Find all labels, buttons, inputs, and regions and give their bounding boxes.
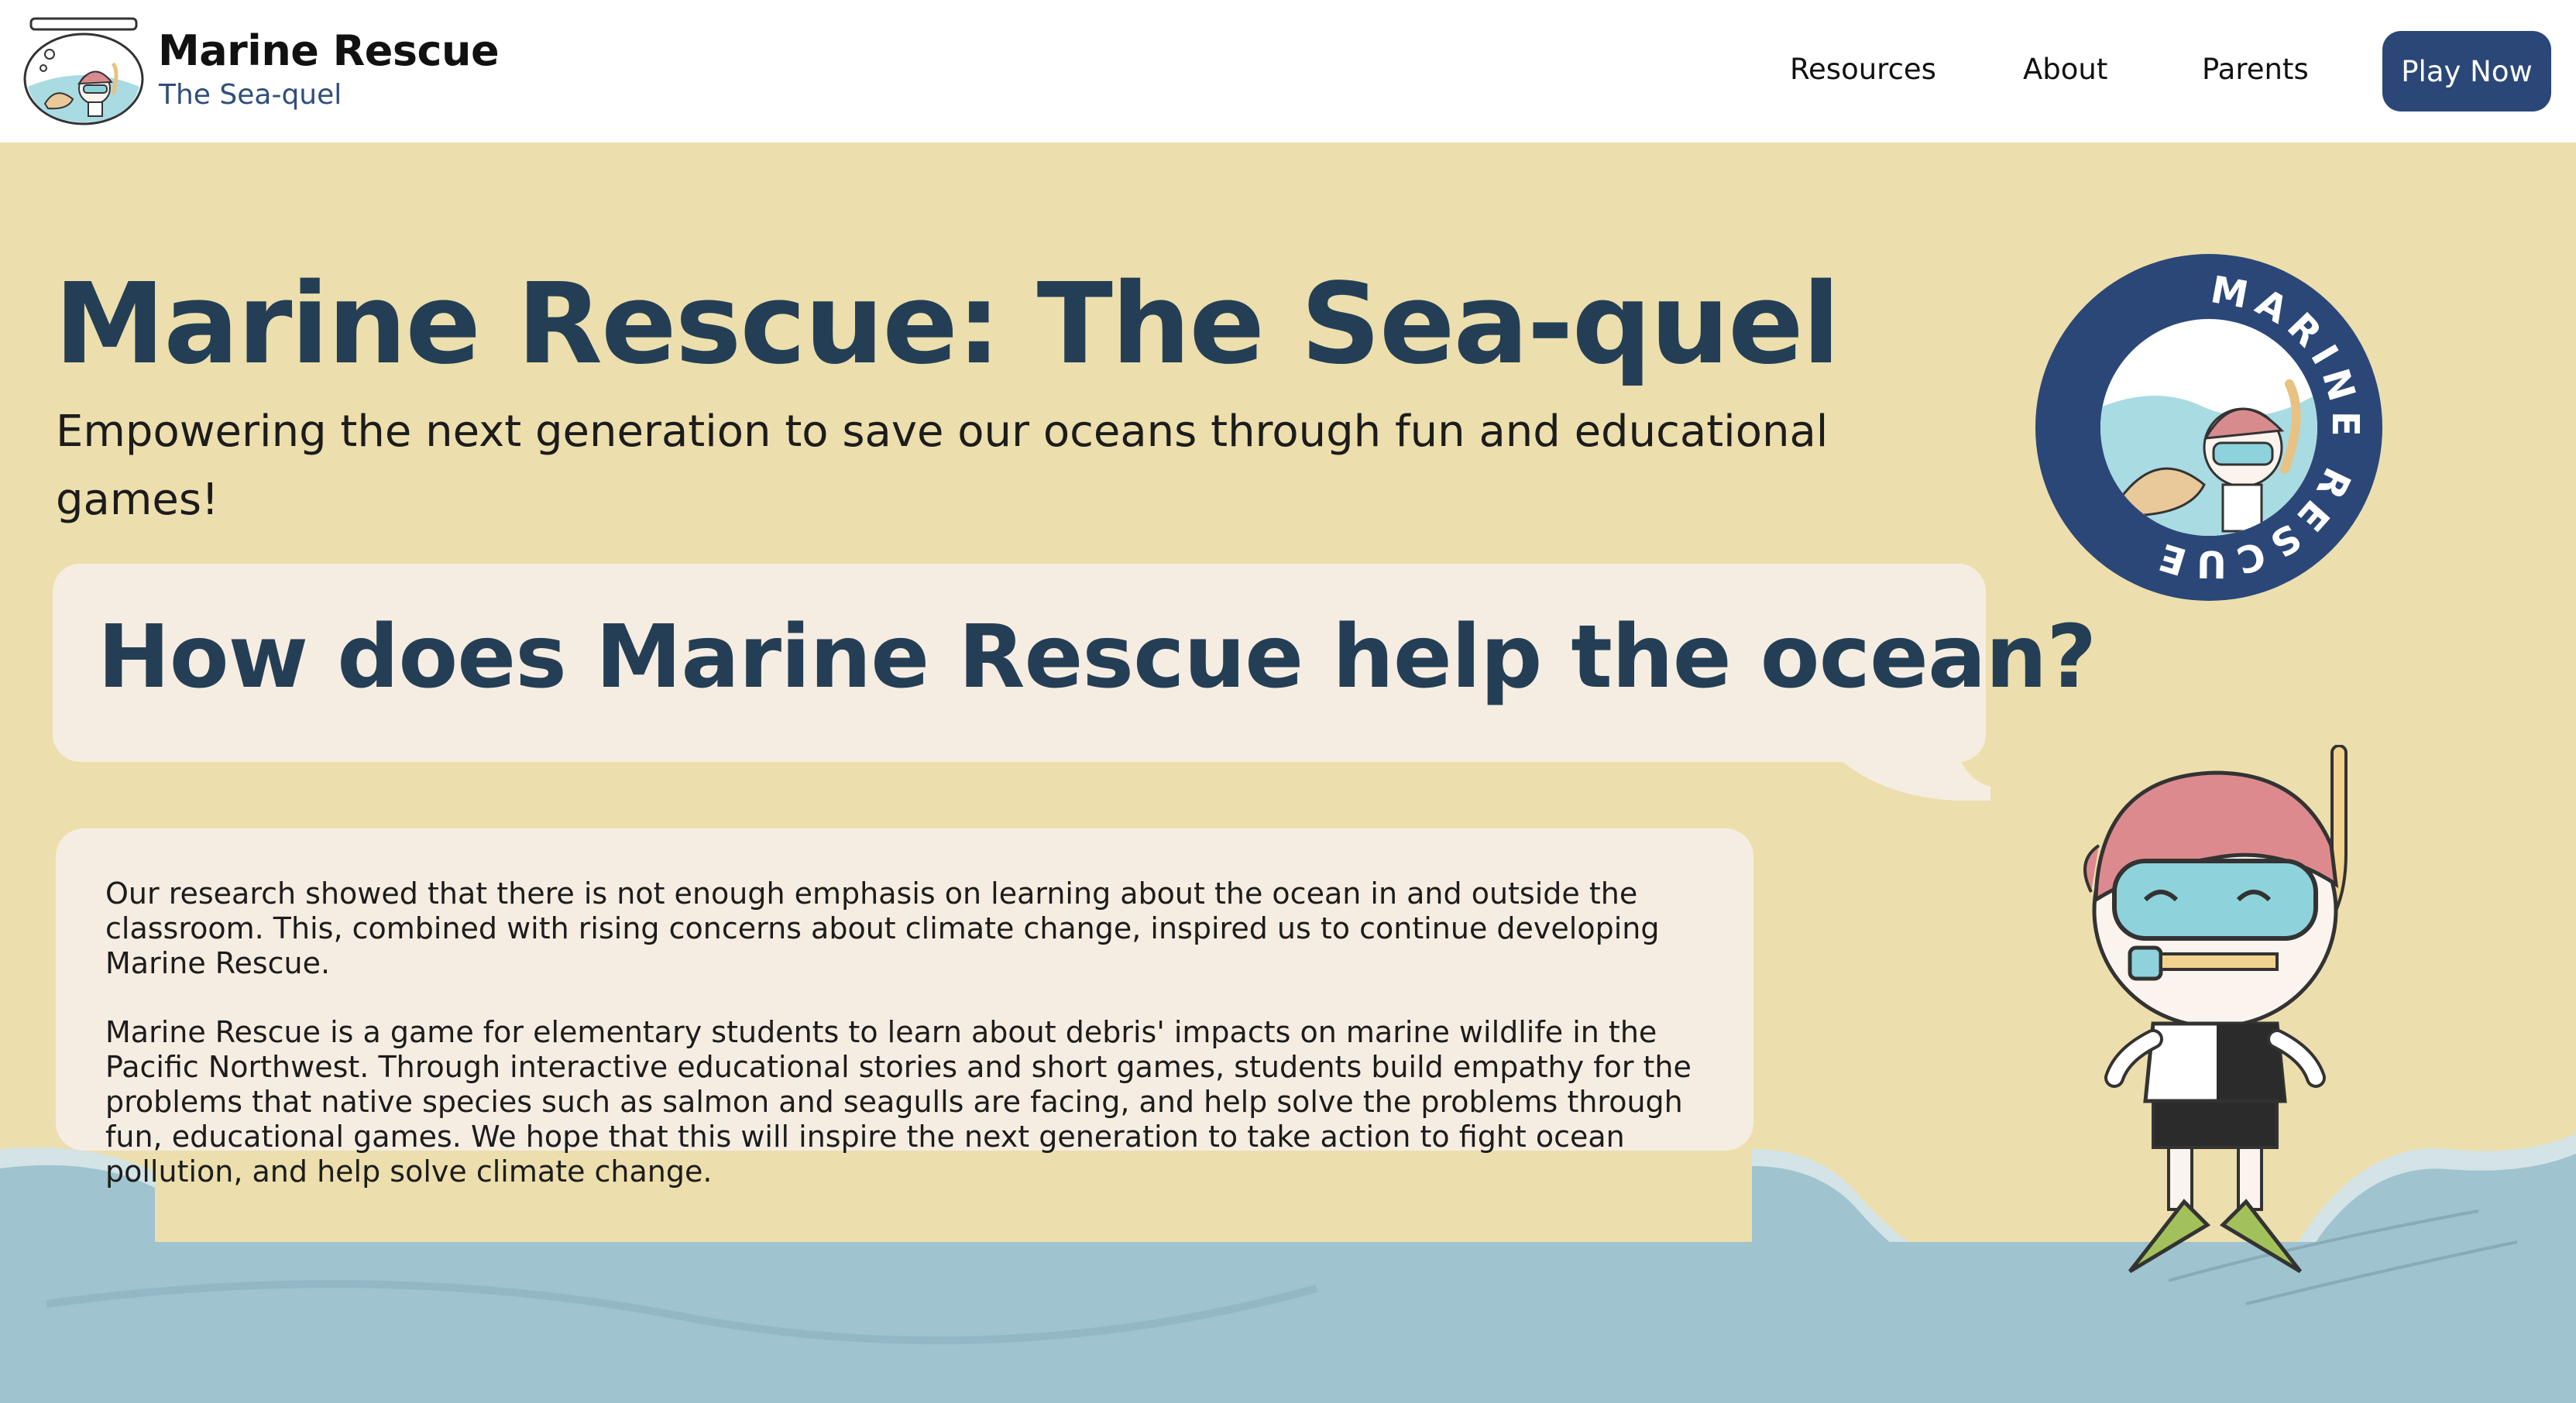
brand-subtitle: The Sea-quel (159, 79, 342, 111)
nav-link-parents[interactable]: Parents (2202, 53, 2309, 86)
section-question-heading: How does Marine Rescue help the ocean? (98, 607, 2097, 708)
page-title: Marine Rescue: The Sea-quel (54, 259, 1840, 389)
play-now-button[interactable]: Play Now (2382, 31, 2551, 111)
hero-tagline: Empowering the next generation to save o… (56, 406, 1829, 525)
nav-link-resources[interactable]: Resources (1790, 53, 1936, 86)
nav-link-about[interactable]: About (2023, 53, 2107, 86)
hero-section: Marine Rescue: The Sea-quel Empowering t… (0, 142, 2576, 1403)
speech-bubble: How does Marine Rescue help the ocean? (53, 564, 2097, 762)
info-paragraph-about: Marine Rescue is a game for elementary s… (105, 1015, 1692, 1189)
fishbowl-diver-logo-icon[interactable] (22, 17, 146, 125)
snorkel-diver-mascot-icon (2083, 745, 2348, 1274)
speech-bubble-tail (1836, 756, 1990, 801)
site-header: Marine Rescue The Sea-quel Resources Abo… (0, 0, 2576, 142)
info-paragraph-research: Our research showed that there is not en… (105, 876, 1660, 980)
brand-title[interactable]: Marine Rescue (158, 26, 500, 75)
marine-rescue-badge-icon: MARINE RESCUE (2035, 254, 2382, 601)
info-card: Our research showed that there is not en… (56, 828, 1753, 1189)
